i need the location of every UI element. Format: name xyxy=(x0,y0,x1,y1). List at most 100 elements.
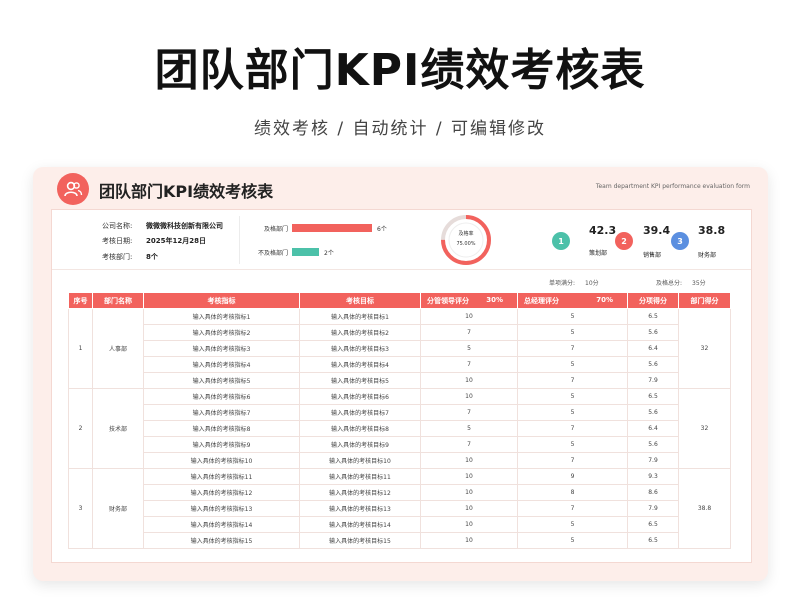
cell-item-score[interactable]: 6.5 xyxy=(627,532,679,549)
cell-gm-score[interactable]: 5 xyxy=(517,532,628,549)
cell-leader-score[interactable]: 10 xyxy=(420,532,518,549)
single-full-value: 10分 xyxy=(585,280,599,287)
cell-leader-score[interactable]: 5 xyxy=(420,420,518,437)
cell-leader-score[interactable]: 10 xyxy=(420,484,518,501)
cell-dept-score[interactable]: 32 xyxy=(678,388,731,469)
cell-dept-score[interactable]: 38.8 xyxy=(678,468,731,549)
cell-item-score[interactable]: 7.9 xyxy=(627,372,679,389)
cell-item-score[interactable]: 5.6 xyxy=(627,404,679,421)
cell-indicator[interactable]: 输入具体的考核指标5 xyxy=(143,372,300,389)
cell-leader-score[interactable]: 10 xyxy=(420,516,518,533)
cell-target[interactable]: 输入具体的考核目标1 xyxy=(299,308,421,325)
cell-gm-score[interactable]: 5 xyxy=(517,404,628,421)
cell-target[interactable]: 输入具体的考核目标2 xyxy=(299,324,421,341)
cell-indicator[interactable]: 输入具体的考核指标11 xyxy=(143,468,300,485)
cell-leader-score[interactable]: 7 xyxy=(420,436,518,453)
pass-rate-value: 75.00% xyxy=(456,241,476,247)
date-label: 考核日期: xyxy=(102,237,133,245)
cell-target[interactable]: 输入具体的考核目标12 xyxy=(299,484,421,501)
cell-leader-score[interactable]: 7 xyxy=(420,324,518,341)
cell-item-score[interactable]: 9.3 xyxy=(627,468,679,485)
cell-item-score[interactable]: 6.5 xyxy=(627,388,679,405)
cell-target[interactable]: 输入具体的考核目标14 xyxy=(299,516,421,533)
cell-target[interactable]: 输入具体的考核目标7 xyxy=(299,404,421,421)
pass-total-label: 及格总分: xyxy=(656,280,683,287)
single-full-label: 单项满分: xyxy=(549,280,576,287)
cell-item-score[interactable]: 6.5 xyxy=(627,308,679,325)
table-row: 2 技术部 输入具体的考核指标6 输入具体的考核目标6 10 5 6.5 32 xyxy=(68,388,731,469)
cell-target[interactable]: 输入具体的考核目标13 xyxy=(299,500,421,517)
cell-gm-score[interactable]: 5 xyxy=(517,324,628,341)
cell-leader-score[interactable]: 10 xyxy=(420,500,518,517)
cell-dept[interactable]: 技术部 xyxy=(92,388,144,469)
cell-item-score[interactable]: 5.6 xyxy=(627,356,679,373)
card-title-en: Team department KPI performance evaluati… xyxy=(595,183,750,190)
cell-indicator[interactable]: 输入具体的考核指标2 xyxy=(143,324,300,341)
cell-target[interactable]: 输入具体的考核目标10 xyxy=(299,452,421,469)
cell-gm-score[interactable]: 5 xyxy=(517,436,628,453)
cell-leader-score[interactable]: 5 xyxy=(420,340,518,357)
pass-dept-bar xyxy=(292,224,372,232)
cell-gm-score[interactable]: 7 xyxy=(517,452,628,469)
cell-leader-score[interactable]: 10 xyxy=(420,308,518,325)
cell-indicator[interactable]: 输入具体的考核指标10 xyxy=(143,452,300,469)
cell-indicator[interactable]: 输入具体的考核指标8 xyxy=(143,420,300,437)
cell-target[interactable]: 输入具体的考核目标5 xyxy=(299,372,421,389)
cell-item-score[interactable]: 6.5 xyxy=(627,516,679,533)
cell-gm-score[interactable]: 7 xyxy=(517,340,628,357)
cell-no[interactable]: 2 xyxy=(68,388,93,469)
cell-indicator[interactable]: 输入具体的考核指标6 xyxy=(143,388,300,405)
cell-gm-score[interactable]: 7 xyxy=(517,500,628,517)
cell-gm-score[interactable]: 7 xyxy=(517,420,628,437)
cell-item-score[interactable]: 7.9 xyxy=(627,452,679,469)
cell-leader-score[interactable]: 10 xyxy=(420,468,518,485)
cell-gm-score[interactable]: 5 xyxy=(517,388,628,405)
cell-item-score[interactable]: 6.4 xyxy=(627,340,679,357)
cell-no[interactable]: 3 xyxy=(68,468,93,549)
cell-leader-score[interactable]: 7 xyxy=(420,404,518,421)
cell-dept[interactable]: 人事部 xyxy=(92,308,144,389)
cell-indicator[interactable]: 输入具体的考核指标1 xyxy=(143,308,300,325)
cell-target[interactable]: 输入具体的考核目标9 xyxy=(299,436,421,453)
cell-indicator[interactable]: 输入具体的考核指标4 xyxy=(143,356,300,373)
cell-indicator[interactable]: 输入具体的考核指标12 xyxy=(143,484,300,501)
cell-target[interactable]: 输入具体的考核目标4 xyxy=(299,356,421,373)
cell-gm-score[interactable]: 5 xyxy=(517,516,628,533)
cell-gm-score[interactable]: 5 xyxy=(517,308,628,325)
cell-indicator[interactable]: 输入具体的考核指标14 xyxy=(143,516,300,533)
cell-indicator[interactable]: 输入具体的考核指标7 xyxy=(143,404,300,421)
cell-gm-score[interactable]: 7 xyxy=(517,372,628,389)
table-row: 3 财务部 输入具体的考核指标11 输入具体的考核目标11 10 9 9.3 38.8 xyxy=(68,468,731,549)
cell-target[interactable]: 输入具体的考核目标15 xyxy=(299,532,421,549)
table-row: 1 人事部 输入具体的考核指标1 输入具体的考核目标1 10 5 6.5 32 xyxy=(68,308,731,389)
cell-leader-score[interactable]: 10 xyxy=(420,452,518,469)
cell-indicator[interactable]: 输入具体的考核指标9 xyxy=(143,436,300,453)
cell-gm-score[interactable]: 5 xyxy=(517,356,628,373)
cell-target[interactable]: 输入具体的考核目标11 xyxy=(299,468,421,485)
cell-leader-score[interactable]: 10 xyxy=(420,372,518,389)
cell-dept-score[interactable]: 32 xyxy=(678,308,731,389)
cell-target[interactable]: 输入具体的考核目标8 xyxy=(299,420,421,437)
header-dept: 部门名称 xyxy=(92,292,144,309)
cell-dept[interactable]: 财务部 xyxy=(92,468,144,549)
cell-target[interactable]: 输入具体的考核目标3 xyxy=(299,340,421,357)
cell-item-score[interactable]: 6.4 xyxy=(627,420,679,437)
card-title: 团队部门KPI绩效考核表 xyxy=(99,182,274,201)
cell-no[interactable]: 1 xyxy=(68,308,93,389)
cell-item-score[interactable]: 5.6 xyxy=(627,324,679,341)
cell-leader-score[interactable]: 7 xyxy=(420,356,518,373)
table-row: 输入具体的考核指标14 输入具体的考核目标14 10 5 6.5 xyxy=(69,516,731,533)
cell-indicator[interactable]: 输入具体的考核指标13 xyxy=(143,500,300,517)
cell-gm-score[interactable]: 9 xyxy=(517,468,628,485)
pass-rate-donut xyxy=(441,215,491,265)
cell-item-score[interactable]: 5.6 xyxy=(627,436,679,453)
cell-gm-score[interactable]: 8 xyxy=(517,484,628,501)
cell-item-score[interactable]: 7.9 xyxy=(627,500,679,517)
cell-indicator[interactable]: 输入具体的考核指标15 xyxy=(143,532,300,549)
cell-target[interactable]: 输入具体的考核目标6 xyxy=(299,388,421,405)
cell-leader-score[interactable]: 10 xyxy=(420,388,518,405)
cell-indicator[interactable]: 输入具体的考核指标3 xyxy=(143,340,300,357)
cell-item-score[interactable]: 8.6 xyxy=(627,484,679,501)
table-row: 输入具体的考核指标9 输入具体的考核目标9 7 5 5.6 xyxy=(69,436,731,453)
fail-dept-bar xyxy=(292,248,319,256)
